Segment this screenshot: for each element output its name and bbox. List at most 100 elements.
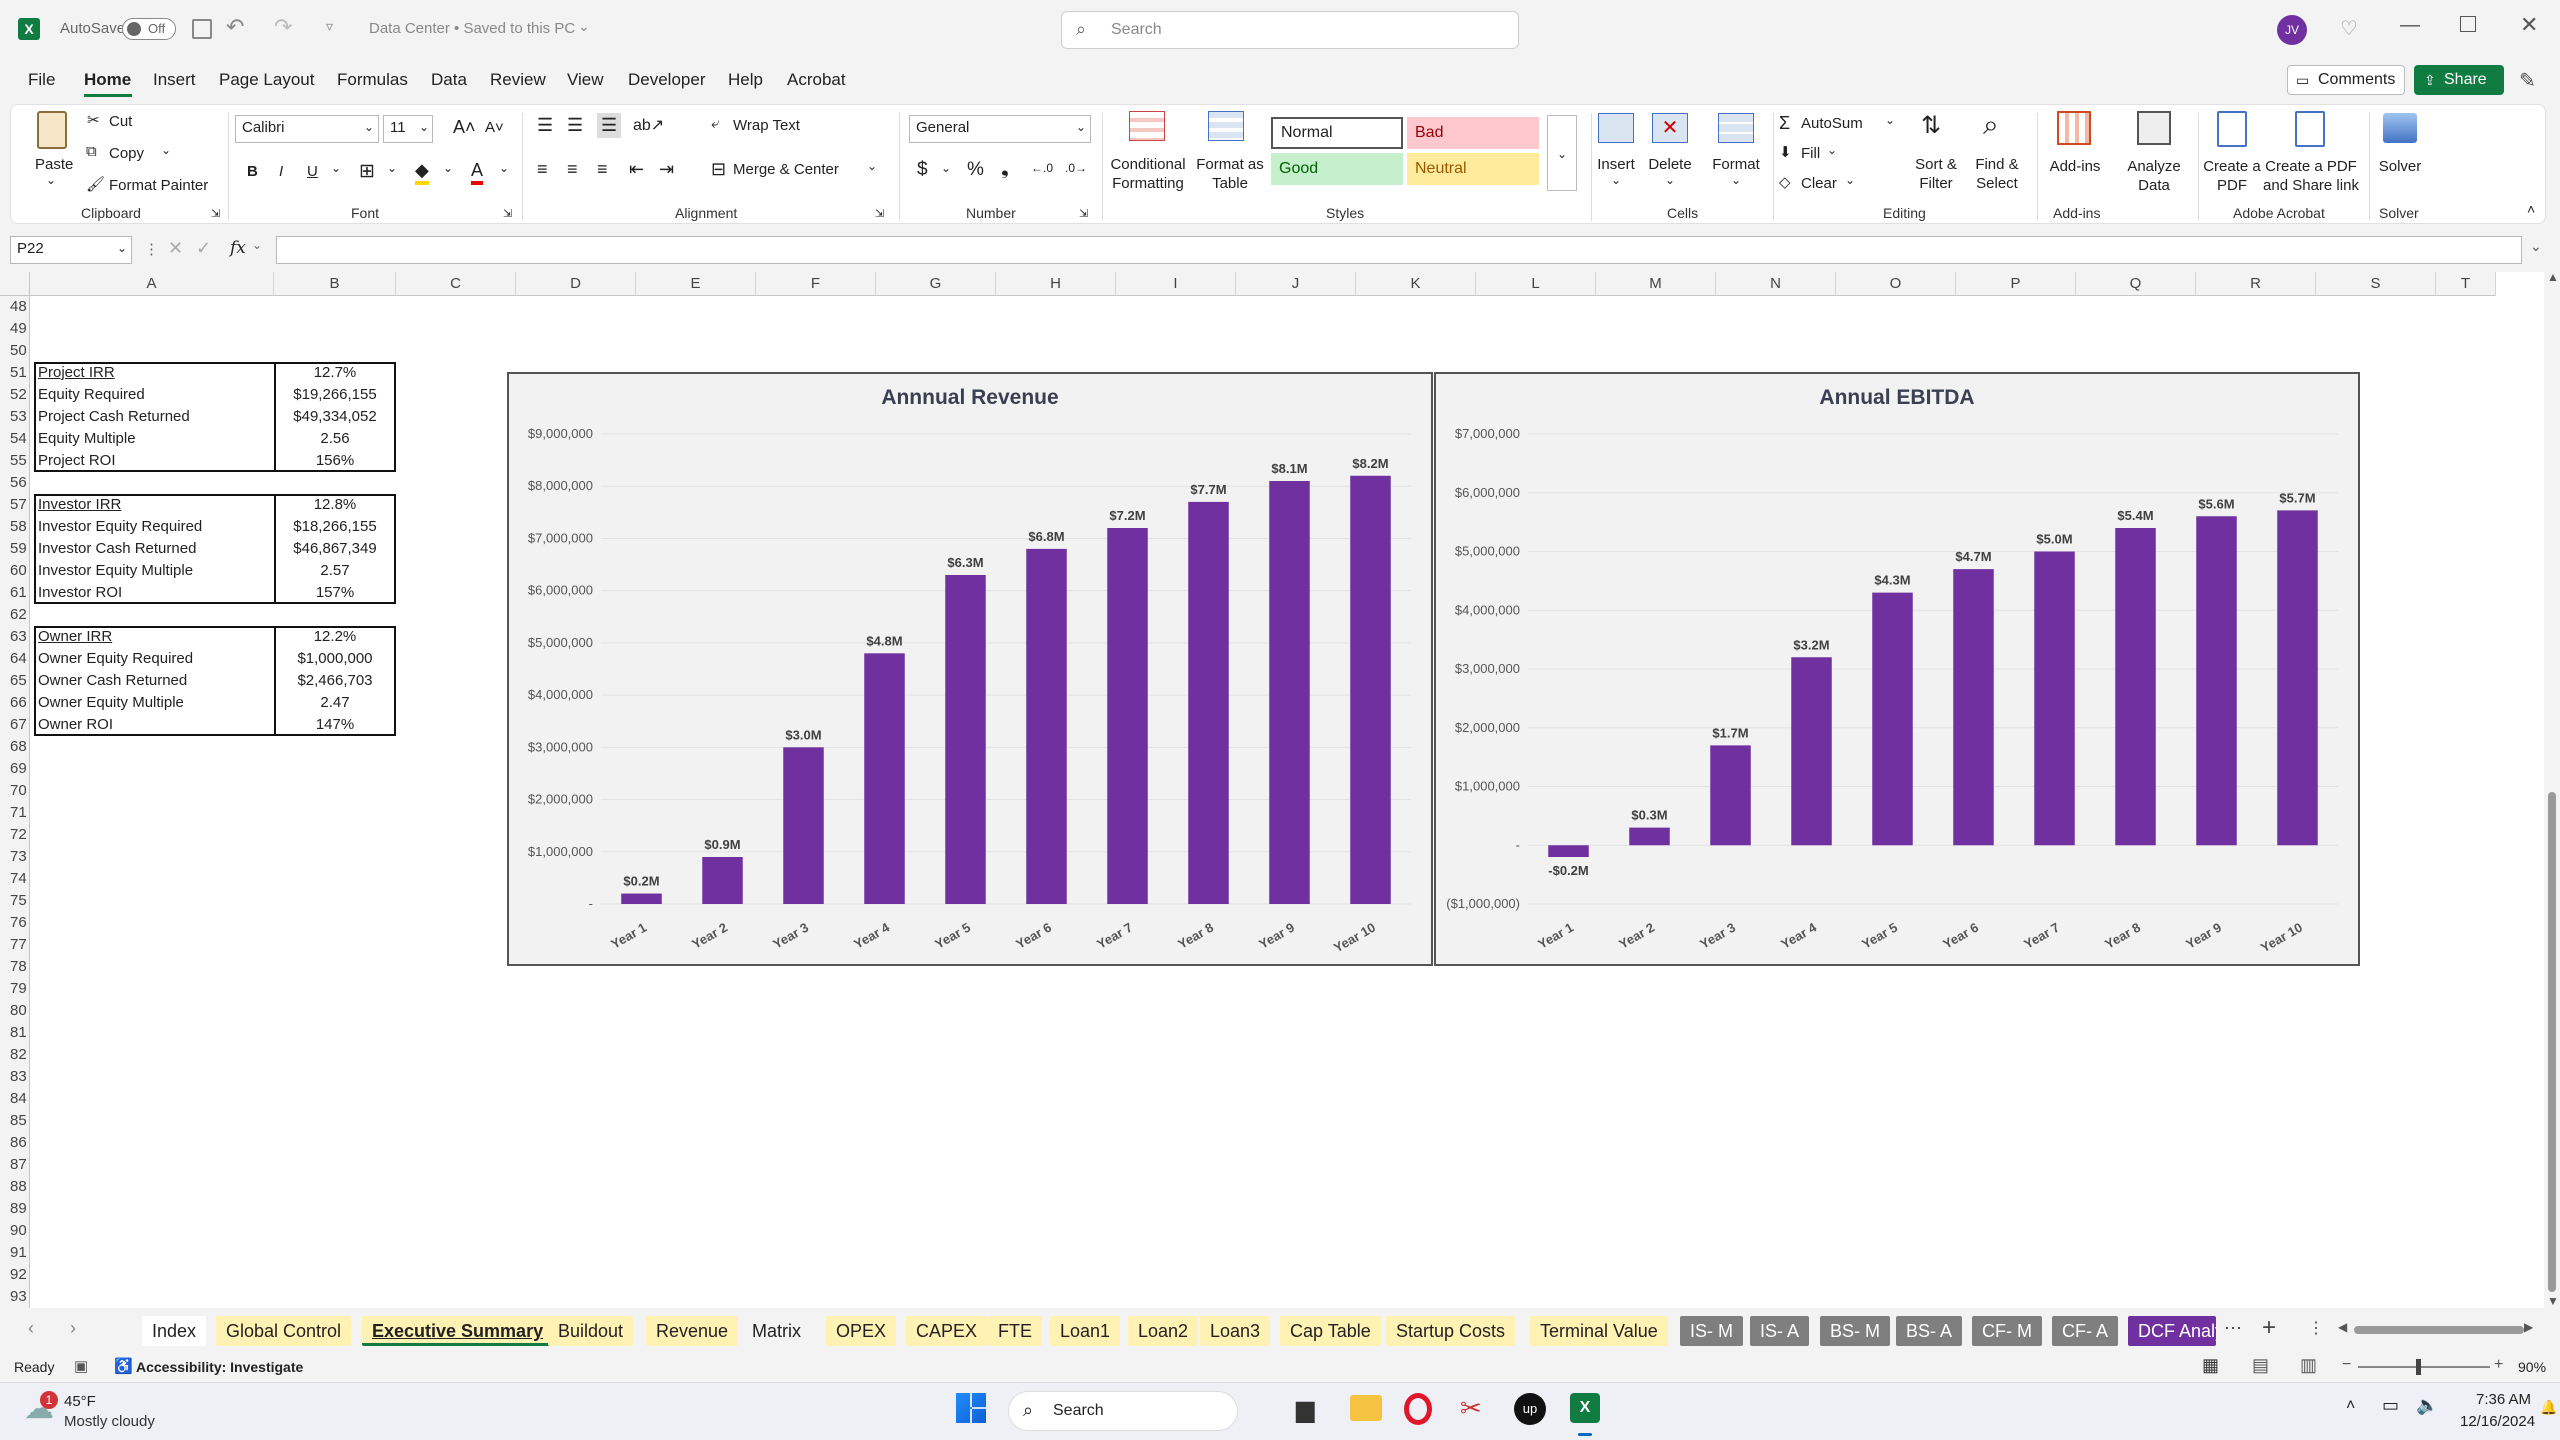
add-ins-button[interactable]: Add-ins	[2045, 157, 2105, 176]
bar[interactable]	[1791, 657, 1832, 846]
sheet-tab[interactable]: Startup Costs	[1386, 1316, 1516, 1346]
clock-date[interactable]: 12/16/2024	[2460, 1413, 2535, 1430]
column-header[interactable]: P	[1956, 272, 2076, 296]
tab-options-icon[interactable]: ⋮	[2308, 1318, 2324, 1338]
menu-developer[interactable]: Developer	[628, 70, 706, 90]
upwork-icon[interactable]: up	[1514, 1393, 1546, 1425]
more-options-icon[interactable]: ⋮	[144, 240, 159, 258]
sheet-tab[interactable]: Executive Summary	[362, 1316, 554, 1346]
bar[interactable]	[1629, 827, 1670, 846]
clock-time[interactable]: 7:36 AM	[2476, 1391, 2531, 1408]
fx-chevron-icon[interactable]: ⌄	[252, 238, 262, 252]
search-box[interactable]: ⌕ Search	[1061, 11, 1519, 49]
insert-function-icon[interactable]: fx	[230, 238, 246, 258]
table-value[interactable]: 2.47	[276, 692, 394, 714]
menu-review[interactable]: Review	[490, 70, 546, 90]
increase-decimal-icon[interactable]: ←.0	[1031, 161, 1053, 175]
format-cells-button[interactable]: Format	[1711, 155, 1761, 174]
column-header[interactable]: R	[2196, 272, 2316, 296]
column-header[interactable]: Q	[2076, 272, 2196, 296]
redo-icon[interactable]: ↷	[274, 14, 292, 40]
underline-chevron-icon[interactable]: ⌄	[331, 161, 341, 175]
row-header[interactable]: 55	[0, 450, 30, 472]
bar[interactable]	[864, 653, 905, 904]
alignment-launcher-icon[interactable]: ⇲	[875, 207, 884, 220]
column-header[interactable]: K	[1356, 272, 1476, 296]
row-header[interactable]: 85	[0, 1110, 30, 1132]
align-right-icon[interactable]: ≡	[597, 159, 608, 180]
row-header[interactable]: 82	[0, 1044, 30, 1066]
task-view-icon[interactable]: ▆	[1296, 1395, 1314, 1424]
find-select-button[interactable]: Find & Select	[1969, 155, 2025, 193]
avatar[interactable]: JV	[2277, 15, 2307, 45]
table-value[interactable]: 157%	[276, 582, 394, 604]
share-button[interactable]: ⇪ Share	[2414, 65, 2504, 95]
bar[interactable]	[2277, 510, 2318, 846]
table-label[interactable]: Owner IRR	[38, 626, 112, 648]
hscroll-left-icon[interactable]: ◀	[2338, 1320, 2347, 1334]
sheet-tab[interactable]: DCF Analy	[2128, 1316, 2216, 1346]
format-as-table-button[interactable]: Format as Table	[1195, 155, 1265, 193]
column-header[interactable]: J	[1236, 272, 1356, 296]
revenue-chart[interactable]: Annnual Revenue - $1,000,000 $2,000,000 $3,…	[507, 372, 1433, 966]
table-label[interactable]: Project IRR	[38, 362, 115, 384]
row-header[interactable]: 61	[0, 582, 30, 604]
snipping-tool-icon[interactable]: ✂	[1460, 1393, 1482, 1424]
table-value[interactable]: 2.56	[276, 428, 394, 450]
taskbar-search[interactable]: ⌕ Search	[1008, 1391, 1238, 1431]
row-header[interactable]: 93	[0, 1286, 30, 1308]
row-header[interactable]: 88	[0, 1176, 30, 1198]
row-header[interactable]: 80	[0, 1000, 30, 1022]
tray-chevron-icon[interactable]: ˄	[2346, 1397, 2355, 1415]
sheet-tab[interactable]: Terminal Value	[1530, 1316, 1668, 1346]
horizontal-scrollbar[interactable]	[2354, 1326, 2524, 1334]
bar[interactable]	[783, 747, 824, 904]
autosave-toggle[interactable]: Off	[122, 18, 176, 40]
sheet-tab[interactable]: Matrix	[742, 1316, 811, 1346]
comments-button[interactable]: ▭ Comments	[2287, 65, 2405, 95]
bar[interactable]	[1710, 745, 1751, 846]
row-header[interactable]: 89	[0, 1198, 30, 1220]
format-chevron-icon[interactable]: ⌄	[1731, 173, 1741, 187]
row-header[interactable]: 51	[0, 362, 30, 384]
font-color-icon[interactable]: A	[471, 160, 484, 185]
column-header[interactable]: S	[2316, 272, 2436, 296]
row-header[interactable]: 67	[0, 714, 30, 736]
close-icon[interactable]: ✕	[2520, 12, 2538, 38]
sheet-tab[interactable]: Cap Table	[1280, 1316, 1381, 1346]
worksheet[interactable]: ABCDEFGHIJKLMNOPQRST 48 49 50 51 52 53 54 55 56 5…	[0, 272, 2544, 1308]
add-sheet-icon[interactable]: +	[2262, 1314, 2276, 1342]
column-header[interactable]: M	[1596, 272, 1716, 296]
normal-view-icon[interactable]: ▦	[2202, 1355, 2219, 1376]
table-label[interactable]: Investor Equity Multiple	[38, 560, 193, 582]
sheet-tab[interactable]: Loan3	[1200, 1316, 1271, 1346]
fill-button[interactable]: Fill	[1801, 145, 1820, 162]
paste-chevron-icon[interactable]: ⌄	[46, 173, 56, 187]
font-launcher-icon[interactable]: ⇲	[503, 207, 512, 220]
copy-button[interactable]: Copy	[109, 145, 144, 162]
page-break-view-icon[interactable]: ▥	[2300, 1355, 2317, 1376]
column-header[interactable]: N	[1716, 272, 1836, 296]
borders-chevron-icon[interactable]: ⌄	[387, 161, 397, 175]
percent-icon[interactable]: %	[967, 159, 984, 181]
column-header[interactable]: G	[876, 272, 996, 296]
sheet-tab[interactable]: CF- M	[1972, 1316, 2042, 1346]
row-header[interactable]: 64	[0, 648, 30, 670]
row-header[interactable]: 48	[0, 296, 30, 318]
row-header[interactable]: 68	[0, 736, 30, 758]
fill-color-icon[interactable]: ◆	[415, 160, 429, 185]
row-header[interactable]: 91	[0, 1242, 30, 1264]
styles-more-button[interactable]: ⌄	[1547, 115, 1577, 191]
style-good[interactable]: Good	[1271, 153, 1403, 185]
increase-indent-icon[interactable]: ⇥	[659, 159, 674, 180]
more-sheets-icon[interactable]: ⋯	[2224, 1318, 2242, 1339]
row-header[interactable]: 75	[0, 890, 30, 912]
formula-input[interactable]	[276, 236, 2522, 264]
name-box[interactable]: P22 ⌄	[10, 236, 132, 264]
document-title[interactable]: Data Center • Saved to this PC	[369, 20, 575, 37]
align-bottom-icon[interactable]: ☰	[597, 113, 622, 138]
bar[interactable]	[2196, 516, 2237, 846]
sheet-tab[interactable]: Loan1	[1050, 1316, 1121, 1346]
sheet-tab[interactable]: Buildout	[548, 1316, 634, 1346]
table-label[interactable]: Investor Equity Required	[38, 516, 202, 538]
